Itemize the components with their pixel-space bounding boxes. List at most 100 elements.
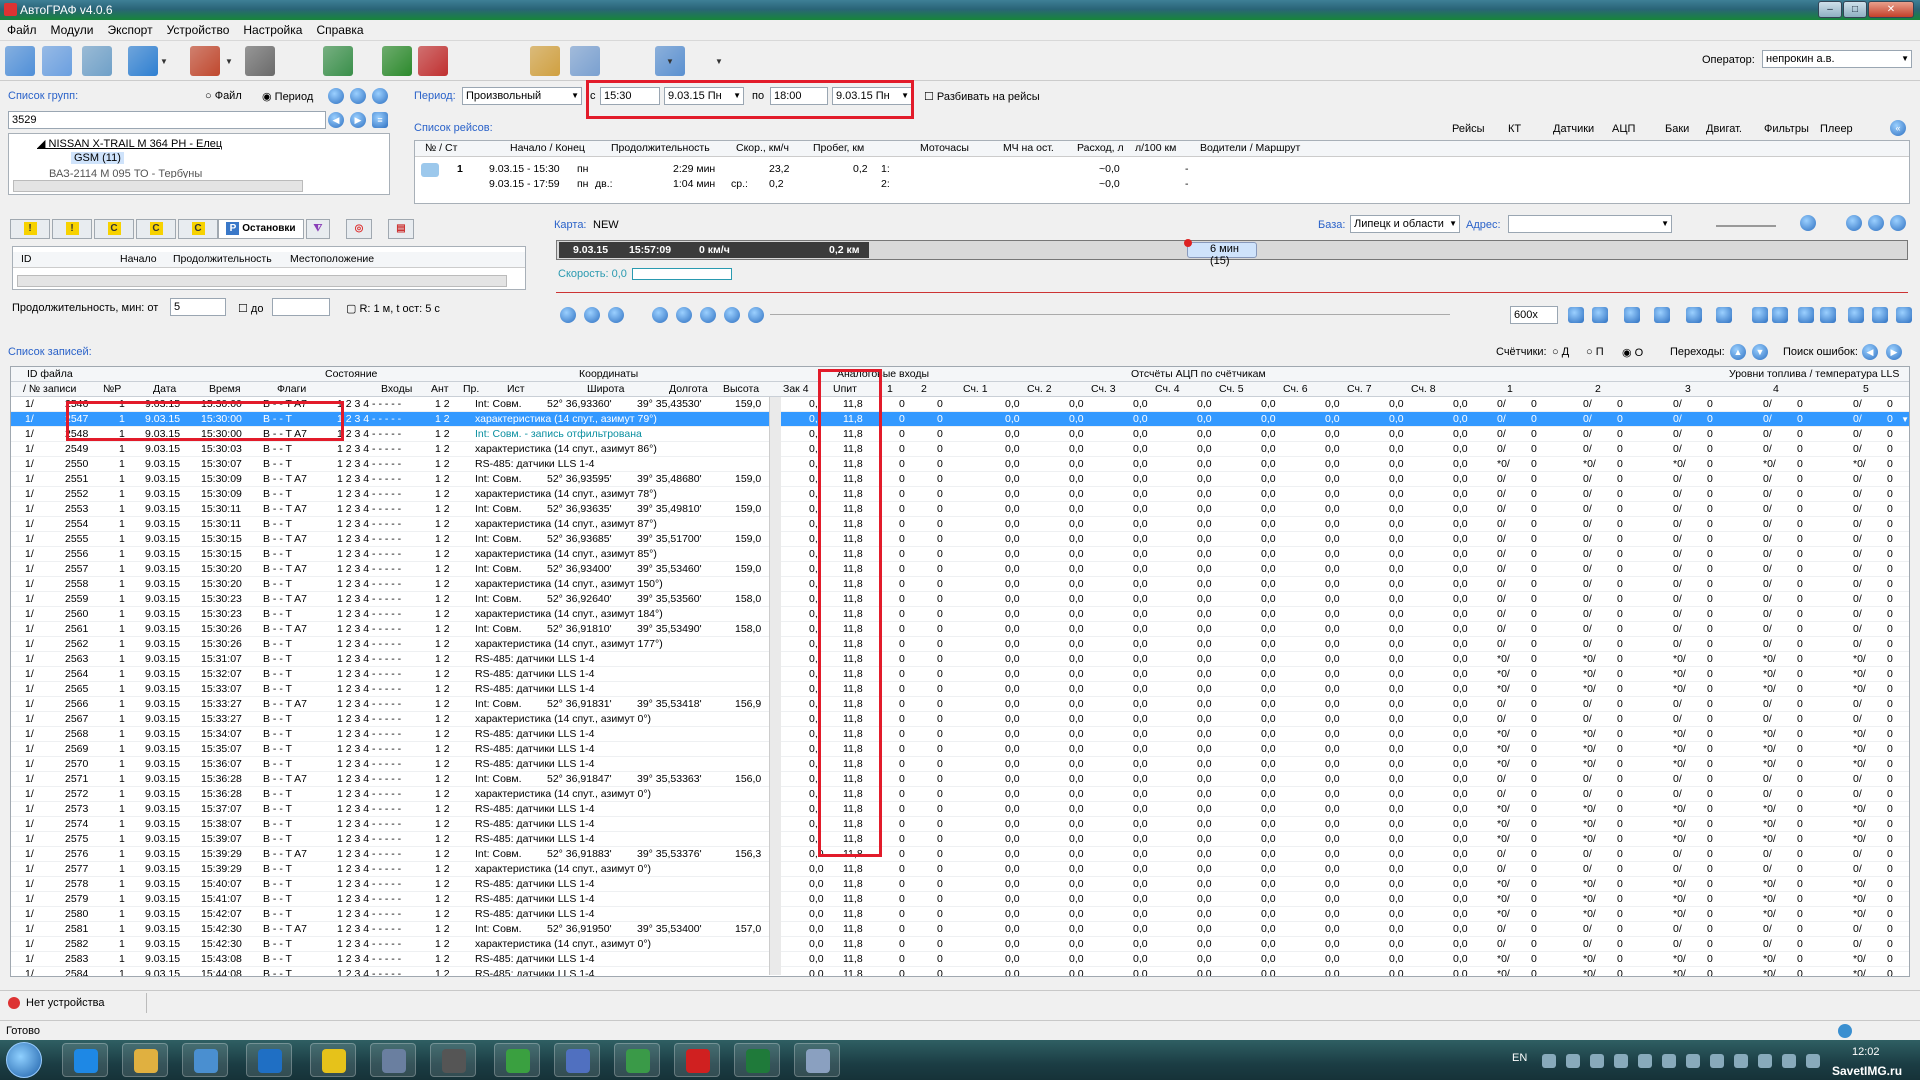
table-row[interactable]: 1/2554 1 9.03.15 15:30:11 B - - T1 2 3 4 - -… [11, 517, 1909, 532]
counter-p-radio[interactable]: ○ П [1586, 346, 1604, 358]
player-btn1-icon[interactable] [584, 307, 600, 323]
toolbar-tool10-icon[interactable] [418, 46, 448, 76]
toolbar-tool18-icon[interactable] [728, 46, 758, 76]
table-row[interactable]: 1/2567 1 9.03.15 15:33:27 B - - T1 2 3 4 - -… [11, 712, 1909, 727]
taskbar-app9[interactable] [614, 1043, 660, 1077]
tab-alarm[interactable]: ◎ [346, 219, 372, 239]
map-btn3-icon[interactable] [1654, 307, 1670, 323]
taskbar-app11[interactable] [734, 1043, 780, 1077]
table-row[interactable]: 1/2549 1 9.03.15 15:30:03 B - - T1 2 3 4 - -… [11, 442, 1909, 457]
taskbar-app1[interactable] [122, 1043, 168, 1077]
clock[interactable]: 12:02 [1852, 1046, 1880, 1058]
stops-hscrollbar[interactable] [17, 275, 507, 287]
taskbar-app10[interactable] [674, 1043, 720, 1077]
menu-item-4[interactable]: Настройка [236, 20, 309, 37]
mode-file-radio[interactable]: ○ Файл [205, 90, 242, 102]
map-btn2-icon[interactable] [1624, 307, 1640, 323]
table-row[interactable]: 1/2583 1 9.03.15 15:43:08 B - - T1 2 3 4 - -… [11, 952, 1909, 967]
records-vscrollbar[interactable] [769, 397, 781, 975]
menu-item-1[interactable]: Модули [44, 20, 101, 37]
groups-filter-icon[interactable] [350, 88, 366, 104]
toolbar-tool6-icon[interactable] [245, 46, 275, 76]
trips-link-5[interactable]: Двигат. [1706, 123, 1742, 135]
map-view[interactable]: 9.03.15 15:57:09 0 км/ч 0,2 км 6 мин (15… [556, 239, 1908, 267]
tray-icon6[interactable] [1686, 1054, 1700, 1068]
collapse-icon[interactable]: « [1890, 120, 1906, 136]
tray-icon8[interactable] [1734, 1054, 1748, 1068]
table-row[interactable]: 1/2548 1 9.03.15 15:30:00 B - - T A7 1 2 3 4 … [11, 427, 1909, 442]
trips-link-4[interactable]: Баки [1665, 123, 1689, 135]
map-btn4-icon[interactable] [1686, 307, 1702, 323]
tray-icon10[interactable] [1782, 1054, 1796, 1068]
map-tool1-icon[interactable] [1800, 215, 1816, 231]
tab-stops-type-2[interactable]: C [94, 219, 134, 239]
tray-icon11[interactable] [1806, 1054, 1820, 1068]
table-row[interactable]: 1/2580 1 9.03.15 15:42:07 B - - T1 2 3 4 - -… [11, 907, 1909, 922]
table-row[interactable]: 1/2553 1 9.03.15 15:30:11 B - - T A7 1 2 3 4 … [11, 502, 1909, 517]
tab-stops[interactable]: P Остановки [218, 219, 304, 239]
map-btn12-icon[interactable] [1896, 307, 1912, 323]
map-btn5-icon[interactable] [1716, 307, 1732, 323]
tray-icon1[interactable] [1566, 1054, 1580, 1068]
transition-down-icon[interactable]: ▼ [1752, 344, 1768, 360]
toolbar-tool15-icon[interactable] [615, 46, 645, 76]
period-type-select[interactable]: Произвольный [462, 87, 582, 105]
table-row[interactable]: 1/2569 1 9.03.15 15:35:07 B - - T1 2 3 4 - -… [11, 742, 1909, 757]
map-tool2-icon[interactable] [1846, 215, 1862, 231]
table-row[interactable]: 1/2559 1 9.03.15 15:30:23 B - - T A7 1 2 3 4 … [11, 592, 1909, 607]
taskbar-app2[interactable] [182, 1043, 228, 1077]
table-row[interactable]: 1/2562 1 9.03.15 15:30:26 B - - T1 2 3 4 - -… [11, 637, 1909, 652]
operator-select[interactable]: непрокин а.в. [1762, 50, 1912, 68]
toolbar-tool8-icon[interactable] [323, 46, 353, 76]
tree-item-nissan[interactable]: ◢ NISSAN X-TRAIL М 364 РН - Елец [37, 137, 222, 150]
taskbar-app6[interactable] [430, 1043, 476, 1077]
tray-icon0[interactable] [1542, 1054, 1556, 1068]
base-select[interactable]: Липецк и области [1350, 215, 1460, 233]
toolbar-dropdown4-icon[interactable]: ▼ [715, 57, 723, 66]
player-btn4-icon[interactable] [676, 307, 692, 323]
tree-item-vaz[interactable]: ВАЗ-2114 М 095 ТО - Тербуны [49, 168, 202, 178]
toolbar-tool4-icon[interactable] [128, 46, 158, 76]
trips-link-2[interactable]: Датчики [1553, 123, 1594, 135]
maximize-button[interactable]: □ [1843, 1, 1867, 18]
from-time-input[interactable]: 15:30 [600, 87, 660, 105]
map-btn0-icon[interactable] [1568, 307, 1584, 323]
table-row[interactable]: 1/2550 1 9.03.15 15:30:07 B - - T1 2 3 4 - -… [11, 457, 1909, 472]
counter-o-radio[interactable]: ◉ О [1622, 346, 1643, 359]
table-row[interactable]: 1/2582 1 9.03.15 15:42:30 B - - T1 2 3 4 - -… [11, 937, 1909, 952]
map-tool4-icon[interactable] [1890, 215, 1906, 231]
map-btn8-icon[interactable] [1798, 307, 1814, 323]
nav-list-icon[interactable]: ≡ [372, 112, 388, 128]
table-row[interactable]: 1/2566 1 9.03.15 15:33:27 B - - T A7 1 2 3 4 … [11, 697, 1909, 712]
table-row[interactable]: 1/2579 1 9.03.15 15:41:07 B - - T1 2 3 4 - -… [11, 892, 1909, 907]
map-btn6-icon[interactable] [1752, 307, 1768, 323]
error-prev-icon[interactable]: ◀ [1862, 344, 1878, 360]
toolbar-tool13-icon[interactable] [530, 46, 560, 76]
toolbar-tool14-icon[interactable] [570, 46, 600, 76]
taskbar-app4[interactable] [310, 1043, 356, 1077]
taskbar-app12[interactable] [794, 1043, 840, 1077]
toolbar-tool7-icon[interactable] [283, 46, 313, 76]
toolbar-dropdown3-icon[interactable]: ▼ [666, 57, 674, 66]
trips-link-3[interactable]: АЦП [1612, 123, 1635, 135]
table-row[interactable]: 1/2565 1 9.03.15 15:33:07 B - - T1 2 3 4 - -… [11, 682, 1909, 697]
menu-item-0[interactable]: Файл [0, 20, 44, 37]
map-btn9-icon[interactable] [1820, 307, 1836, 323]
map-btn1-icon[interactable] [1592, 307, 1608, 323]
tab-stops-type-0[interactable]: ! [10, 219, 50, 239]
toolbar-tool2-icon[interactable] [42, 46, 72, 76]
close-button[interactable]: ✕ [1868, 1, 1914, 18]
stops-to-checkbox[interactable]: ☐ до [238, 302, 263, 315]
table-row[interactable]: 1/2584 1 9.03.15 15:44:08 B - - T1 2 3 4 - -… [11, 967, 1909, 976]
menu-item-5[interactable]: Справка [309, 20, 370, 37]
nav-back-icon[interactable]: ◀ [328, 112, 344, 128]
tree-hscrollbar[interactable] [13, 180, 303, 192]
tab-export[interactable]: ▤ [388, 219, 414, 239]
table-row[interactable]: 1/2578 1 9.03.15 15:40:07 B - - T1 2 3 4 - -… [11, 877, 1909, 892]
table-row[interactable]: 1/2560 1 9.03.15 15:30:23 B - - T1 2 3 4 - -… [11, 607, 1909, 622]
toolbar-dropdown2-icon[interactable]: ▼ [225, 57, 233, 66]
player-timeline[interactable] [770, 314, 1450, 315]
zoom-input[interactable]: 600х [1510, 306, 1558, 324]
trips-link-6[interactable]: Фильтры [1764, 123, 1809, 135]
table-row[interactable]: 1/2556 1 9.03.15 15:30:15 B - - T1 2 3 4 - -… [11, 547, 1909, 562]
